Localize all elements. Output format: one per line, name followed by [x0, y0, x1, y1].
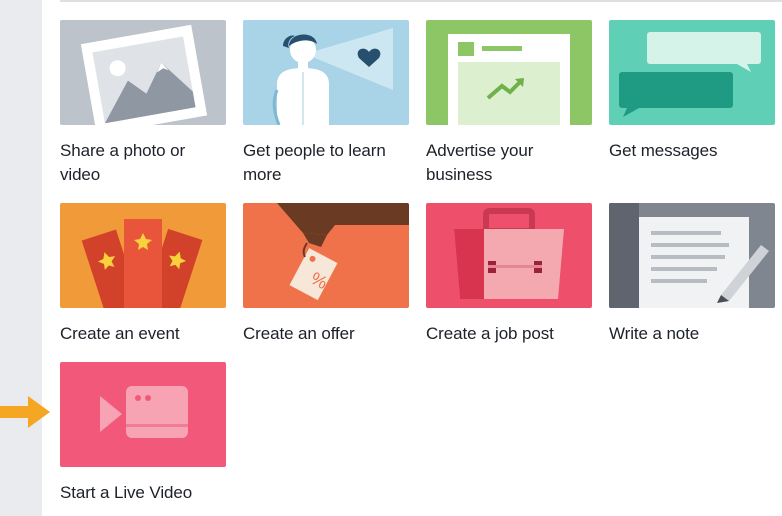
tile-label: Write a note: [609, 324, 700, 343]
tile-create-offer[interactable]: % Create an offer: [243, 203, 409, 346]
tile-label: Share a photo or video: [60, 141, 186, 184]
page: Share a photo or video Get people to lea…: [0, 0, 782, 516]
tile-share-photo[interactable]: Share a photo or video: [60, 20, 226, 187]
tile-label: Create a job post: [426, 324, 554, 343]
live-video-icon: [60, 362, 226, 467]
tile-write-note[interactable]: Write a note: [609, 203, 775, 346]
messages-icon: [609, 20, 775, 125]
tile-create-job-post[interactable]: Create a job post: [426, 203, 592, 346]
offer-tag-icon: %: [243, 203, 409, 308]
tile-advertise[interactable]: Advertise your business: [426, 20, 592, 187]
tile-learn-more[interactable]: Get people to learn more: [243, 20, 409, 187]
tile-label: Create an offer: [243, 324, 355, 343]
tile-create-event[interactable]: Create an event: [60, 203, 226, 346]
tile-label: Get people to learn more: [243, 141, 386, 184]
event-ticket-icon: [60, 203, 226, 308]
tile-start-live-video[interactable]: Start a Live Video: [60, 362, 226, 505]
pointer-arrow-icon: [0, 396, 50, 428]
person-icon: [243, 20, 409, 125]
photo-icon: [60, 20, 226, 125]
briefcase-icon: [426, 203, 592, 308]
top-divider: [60, 0, 782, 2]
tile-label: Advertise your business: [426, 141, 534, 184]
note-icon: [609, 203, 775, 308]
tile-label: Start a Live Video: [60, 483, 193, 502]
tile-label: Create an event: [60, 324, 180, 343]
tile-label: Get messages: [609, 141, 718, 160]
tile-get-messages[interactable]: Get messages: [609, 20, 775, 163]
advertise-icon: [426, 20, 592, 125]
